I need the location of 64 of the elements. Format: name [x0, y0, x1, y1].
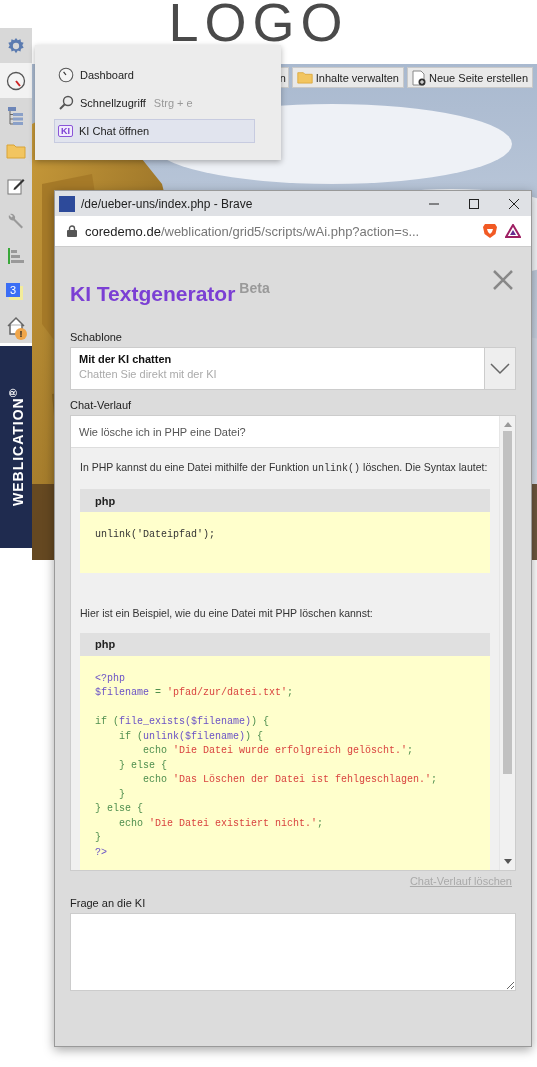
- window-title: /de/ueber-uns/index.php - Brave: [81, 196, 254, 211]
- code-line: if (file_exists($filename)) {: [95, 715, 271, 729]
- menu-item[interactable]: Schnellzugriff Strg + e: [54, 91, 255, 115]
- new-page-icon: [411, 69, 426, 86]
- code-line: echo 'Die Datei existiert nicht.';: [118, 816, 325, 831]
- template-select[interactable]: Mit der KI chatten Chatten Sie direkt mit der KI: [70, 347, 516, 390]
- close-icon: [508, 197, 520, 210]
- code-language: php: [80, 489, 490, 512]
- alert-badge: !: [15, 328, 27, 340]
- wrench-icon: [7, 211, 25, 230]
- search-icon: [58, 95, 74, 111]
- bar-chart-icon: [7, 246, 25, 265]
- sidebar-item[interactable]: 3: [0, 273, 32, 308]
- gauge-icon: [6, 70, 26, 91]
- code-line: <?php: [95, 671, 126, 686]
- answer-text: Hier ist ein Beispiel, wie du eine Datei mit PHP löschen kannst:: [80, 605, 374, 621]
- edit-icon: [7, 176, 25, 195]
- gear-icon: [7, 36, 25, 55]
- shortcut-hint: Strg + e: [153, 97, 193, 109]
- lock-icon: [67, 225, 77, 237]
- code-language: php: [80, 632, 490, 656]
- dialog-title: KI Textgenerator $^{Beta}$: [70, 280, 270, 306]
- field-label: Frage an die KI: [70, 897, 147, 909]
- close-icon: [492, 268, 514, 291]
- sidebar-item[interactable]: [0, 63, 32, 98]
- house-icon: [6, 315, 26, 336]
- folder-icon: [296, 71, 313, 84]
- code-line: } else {: [95, 802, 144, 816]
- triangle-icon[interactable]: [505, 224, 521, 238]
- scrollbar-thumb[interactable]: [503, 431, 512, 774]
- code-line: echo 'Die Datei wurde erfolgreich gelöscht.';: [142, 744, 415, 758]
- url-text[interactable]: coredemo.de/weblication/grid5/scripts/wAi.php?action=s...: [85, 223, 475, 239]
- menu-item[interactable]: Dashboard: [54, 63, 255, 87]
- folder-icon: [6, 142, 26, 159]
- sidebar-item[interactable]: !: [0, 308, 32, 343]
- field-label: Chat-Verlauf: [70, 399, 133, 411]
- ki-icon: KI: [58, 125, 73, 137]
- gauge-icon: [58, 67, 74, 83]
- code-line: }: [118, 787, 126, 802]
- code-line: $filename = 'pfad/zur/datei.txt';: [95, 686, 295, 700]
- sidebar-item[interactable]: [0, 98, 32, 133]
- logo: LOGO: [168, 0, 349, 44]
- answer-text: In PHP kannst du eine Datei mithilfe der Funktion unlink() löschen. Die Syntax lautet:: [80, 460, 489, 476]
- scroll-up-icon[interactable]: [503, 421, 512, 427]
- chevron-down-icon: [490, 362, 510, 375]
- code-line: unlink('Dateipfad');: [95, 528, 217, 542]
- toolbar-button[interactable]: Neue Seite erstellen: [406, 67, 533, 88]
- code-line: echo 'Das Löschen der Datei ist fehlgeschlagen.';: [142, 773, 439, 787]
- code-line: if (unlink($filename)) {: [118, 729, 265, 744]
- code-line: } else {: [118, 758, 168, 773]
- question-field[interactable]: [70, 913, 516, 991]
- favicon-icon: [59, 195, 75, 212]
- scrollbar[interactable]: [499, 416, 515, 870]
- tree-icon: [7, 105, 25, 126]
- sidebar-item[interactable]: [0, 28, 32, 63]
- field-label: Schablone: [70, 331, 123, 343]
- lion-shield-icon[interactable]: [483, 223, 497, 239]
- scroll-down-icon[interactable]: [503, 859, 512, 865]
- toolbar-button[interactable]: Inhalte verwalten: [291, 67, 404, 88]
- code-line: ?>: [95, 845, 108, 860]
- code-line: }: [95, 831, 102, 845]
- menu-item[interactable]: KI KI Chat öffnen: [54, 119, 255, 143]
- count-badge: 3: [6, 283, 20, 297]
- maximize-icon: [468, 197, 480, 210]
